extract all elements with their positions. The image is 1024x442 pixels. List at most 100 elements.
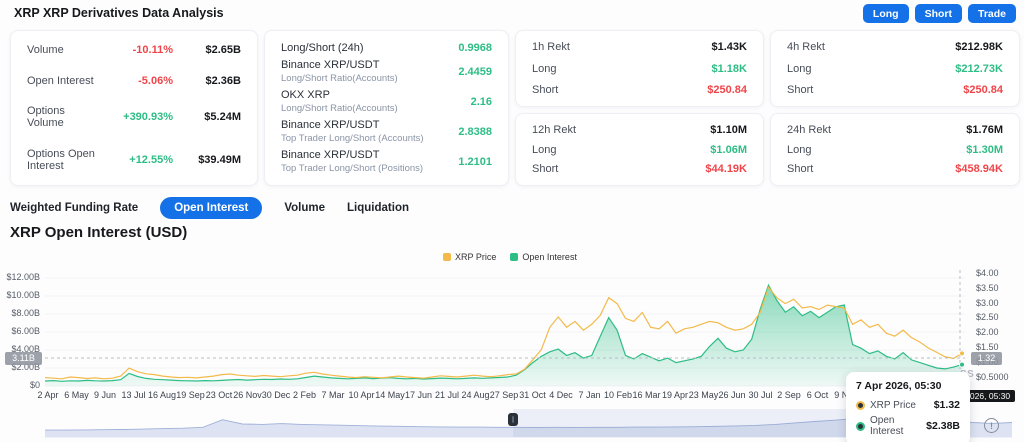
y-axis-tick-left: $12.00B	[6, 272, 40, 282]
legend-label: XRP Price	[455, 252, 497, 262]
rekt-title: 12h Rekt	[532, 124, 577, 136]
rekt-short-label: Short	[532, 163, 559, 175]
tooltip-value: $1.32	[933, 399, 960, 411]
y-axis-tick-right: $2.50	[976, 312, 999, 323]
open-interest-chart[interactable]	[45, 270, 965, 388]
ratio-row: Binance XRP/USDT Long/Short Ratio(Account…	[281, 59, 492, 84]
oi-dot-icon	[856, 421, 865, 431]
trade-button[interactable]: Trade	[967, 4, 1016, 23]
rekt-title: 1h Rekt	[532, 41, 570, 53]
rekt-total: $212.98K	[955, 41, 1003, 53]
ratio-row: Long/Short (24h) 0.9968	[281, 42, 492, 54]
chart-legend: XRP Price Open Interest	[400, 252, 620, 262]
legend-item-xrp-price[interactable]: XRP Price	[443, 252, 496, 262]
short-button[interactable]: Short	[914, 4, 962, 23]
y-axis-tick-right: $2.00	[976, 327, 999, 338]
tooltip-label: XRP Price	[870, 399, 916, 411]
open-interest-marker	[959, 361, 965, 368]
y-axis-tick-right: $1.50	[976, 342, 999, 352]
ratio-row: OKX XRP Long/Short Ratio(Accounts) 2.16	[281, 89, 492, 114]
stat-change: +12.55%	[129, 153, 173, 166]
rekt-card-1h: 1h Rekt $1.43K Long $1.18K Short $250.84	[515, 30, 764, 107]
rekt-title: 24h Rekt	[787, 124, 832, 136]
crosshair-left-badge: 3.11B	[5, 352, 42, 365]
alert-icon[interactable]: !	[984, 418, 999, 433]
rekt-card-12h: 12h Rekt $1.10M Long $1.06M Short $44.19K	[515, 113, 764, 186]
rekt-long-label: Long	[787, 143, 812, 156]
rekt-title: 4h Rekt	[787, 41, 825, 53]
stat-value: $5.24M	[204, 111, 241, 124]
rekt-short-value: $250.84	[707, 84, 747, 96]
rekt-short-label: Short	[787, 163, 814, 175]
stat-row-options-volume: Options Volume +390.93% $5.24M	[27, 105, 241, 129]
stat-value: $2.36B	[205, 74, 241, 87]
stats-card: Volume -10.11% $2.65B Open Interest -5.0…	[10, 30, 258, 186]
rekt-total: $1.10M	[710, 124, 747, 136]
ratio-sublabel: Top Trader Long/Short (Accounts)	[281, 133, 424, 144]
tab-open-interest[interactable]: Open Interest	[160, 197, 263, 219]
rekt-total: $1.43K	[711, 41, 747, 53]
rekt-short-label: Short	[532, 84, 559, 96]
ratio-label: Binance XRP/USDT	[281, 149, 380, 161]
tab-weighted-funding-rate[interactable]: Weighted Funding Rate	[10, 202, 138, 214]
y-axis-tick-right: $3.00	[976, 297, 999, 308]
ratio-row: Binance XRP/USDT Top Trader Long/Short (P…	[281, 149, 492, 174]
rekt-long-value: $1.18K	[711, 62, 747, 75]
stat-label: Volume	[27, 44, 64, 56]
long-short-ratio-card: Long/Short (24h) 0.9968 Binance XRP/USDT…	[264, 30, 509, 186]
y-axis-tick-right: $3.50	[976, 282, 999, 293]
y-axis-tick-left: $10.00B	[6, 290, 40, 300]
legend-label: Open Interest	[522, 252, 577, 262]
legend-swatch-green	[510, 253, 519, 261]
stat-value: $2.65B	[205, 44, 241, 56]
ratio-value: 2.16	[470, 95, 492, 108]
stat-change: -10.11%	[132, 44, 173, 56]
stat-row-open-interest: Open Interest -5.06% $2.36B	[27, 75, 241, 87]
legend-swatch-orange	[443, 253, 452, 261]
ratio-label: OKX XRP	[281, 89, 330, 101]
stat-change: -5.06%	[138, 74, 173, 87]
y-axis-tick-left: $0	[29, 380, 40, 390]
long-button[interactable]: Long	[862, 4, 909, 23]
page-title: XRP XRP Derivatives Data Analysis	[14, 6, 224, 20]
tab-liquidation[interactable]: Liquidation	[347, 202, 409, 214]
ratio-value: 2.8388	[458, 125, 492, 138]
rekt-long-label: Long	[532, 143, 557, 156]
navigator-left-handle[interactable]	[508, 413, 518, 426]
stat-row-options-open-interest: Options Open Interest +12.55% $39.49M	[27, 148, 241, 172]
stat-label: Open Interest	[27, 74, 94, 87]
crosshair-right-badge: 1.32	[971, 352, 1002, 365]
chart-tabs: Weighted Funding Rate Open Interest Volu…	[10, 197, 409, 219]
y-axis-tick-left: $8.00B	[11, 308, 40, 318]
rekt-card-4h: 4h Rekt $212.98K Long $212.73K Short $250.8…	[770, 30, 1020, 107]
ratio-label: Binance XRP/USDT	[281, 59, 380, 71]
ratio-row: Binance XRP/USDT Top Trader Long/Short (A…	[281, 119, 492, 144]
ratio-sublabel: Long/Short Ratio(Accounts)	[281, 73, 398, 84]
stat-value: $39.49M	[198, 153, 241, 166]
tab-volume[interactable]: Volume	[284, 202, 325, 214]
y-axis-tick-right: $4.00	[976, 268, 999, 278]
derivatives-dashboard: XRP XRP Derivatives Data Analysis Long S…	[0, 0, 1024, 442]
chart-tooltip: 7 Apr 2026, 05:30 XRP Price $1.32 Open I…	[846, 372, 970, 442]
ratio-value: 2.4459	[458, 65, 492, 78]
open-interest-area	[45, 285, 962, 386]
tooltip-row-price: XRP Price $1.32	[856, 399, 960, 411]
ratio-value: 1.2101	[458, 155, 492, 168]
legend-item-open-interest[interactable]: Open Interest	[510, 252, 577, 262]
rekt-card-24h: 24h Rekt $1.76M Long $1.30M Short $458.94K	[770, 113, 1020, 186]
price-dot-icon	[856, 400, 865, 410]
rekt-total: $1.76M	[966, 124, 1003, 136]
rekt-long-label: Long	[532, 62, 557, 75]
rekt-long-value: $212.73K	[955, 62, 1003, 75]
chart-title: XRP Open Interest (USD)	[10, 224, 188, 241]
ratio-label: Long/Short (24h)	[281, 42, 364, 54]
stat-change: +390.93%	[123, 111, 173, 124]
y-axis-tick-left: $6.00B	[11, 326, 40, 336]
stat-label: Options Volume	[27, 105, 65, 130]
ratio-sublabel: Long/Short Ratio(Accounts)	[281, 103, 398, 114]
rekt-short-label: Short	[787, 84, 814, 96]
stat-row-volume: Volume -10.11% $2.65B	[27, 44, 241, 56]
ratio-value: 0.9968	[458, 42, 492, 54]
ratio-label: Binance XRP/USDT	[281, 119, 380, 131]
stat-label: Options Open Interest	[27, 147, 95, 172]
